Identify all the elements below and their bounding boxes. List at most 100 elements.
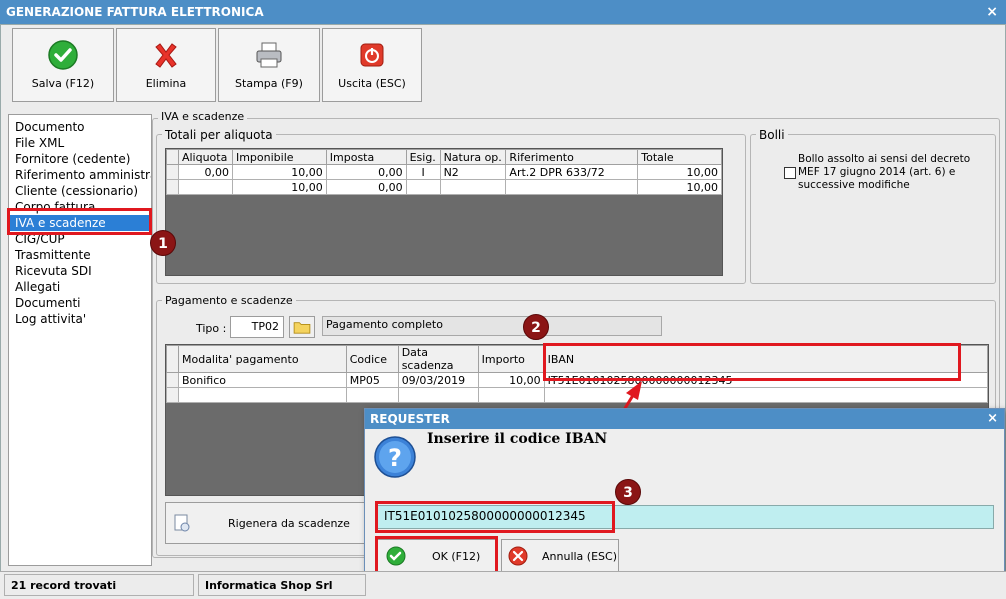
nav-item-log[interactable]: Log attivita' [9,311,151,327]
col-aliquota[interactable]: Aliquota [177,149,233,165]
printer-icon [256,42,282,68]
col-esig[interactable]: Esig. [405,149,441,165]
cell-imposta[interactable]: 0,00 [325,179,407,195]
type-input[interactable]: TP02 [230,316,284,338]
checkmark-icon [48,40,78,70]
close-icon[interactable]: × [986,0,998,24]
row-header-cell [166,345,179,373]
table-row[interactable]: 0,00 10,00 0,00 I N2 Art.2 DPR 633/72 10… [166,164,722,180]
print-button[interactable]: Stampa (F9) [218,28,320,102]
cell-modalita[interactable]: Bonifico [177,372,347,388]
status-bar: 21 record trovati Informatica Shop Srl [0,571,1006,599]
cell-empty[interactable] [397,387,479,403]
nav-item-riferimento[interactable]: Riferimento amministra [9,167,151,183]
cell-codice[interactable]: MP05 [345,372,399,388]
table-row[interactable] [166,387,988,403]
cell-importo[interactable]: 10,00 [477,372,545,388]
cell-aliquota[interactable]: 0,00 [177,164,233,180]
highlight-iban-input [375,501,615,533]
col-totale[interactable]: Totale [637,149,722,165]
nav-item-documenti[interactable]: Documenti [9,295,151,311]
cell-imposta[interactable]: 0,00 [325,164,407,180]
cell-aliquota[interactable] [177,179,233,195]
cell-totale[interactable]: 10,00 [637,179,722,195]
question-icon: ? [374,436,416,478]
cell-natura[interactable]: N2 [439,164,507,180]
type-label: Tipo : [196,322,227,335]
cell-riferimento[interactable] [505,179,639,195]
nav-item-allegati[interactable]: Allegati [9,279,151,295]
print-button-label: Stampa (F9) [235,77,303,90]
svg-text:?: ? [388,444,402,472]
exit-button[interactable]: Uscita (ESC) [322,28,422,102]
payment-legend: Pagamento e scadenze [162,294,296,307]
browse-button[interactable] [289,316,315,338]
row-header-cell [166,387,179,403]
regenerate-button[interactable]: Rigenera da scadenze [165,502,365,544]
section-nav: Documento File XML Fornitore (cedente) R… [8,114,152,566]
save-button-label: Salva (F12) [31,77,95,90]
step-marker-2: 2 [523,314,549,340]
col-importo[interactable]: Importo [477,345,545,373]
cell-esig[interactable]: I [405,164,441,180]
row-header-cell [166,179,179,195]
col-codice[interactable]: Codice [345,345,399,373]
dialog-title: REQUESTER [370,412,450,426]
highlight-ok-button [375,536,498,576]
cancel-button-label: Annulla (ESC) [542,550,617,563]
cell-riferimento[interactable]: Art.2 DPR 633/72 [505,164,639,180]
cell-natura[interactable] [439,179,507,195]
nav-item-documento[interactable]: Documento [9,119,151,135]
exit-button-label: Uscita (ESC) [338,77,406,90]
dialog-titlebar: REQUESTER × [365,409,1004,429]
row-header-cell [166,149,179,165]
col-imposta[interactable]: Imposta [325,149,407,165]
table-row[interactable]: 10,00 0,00 10,00 [166,179,722,195]
delete-button-label: Elimina [145,77,187,90]
nav-item-file-xml[interactable]: File XML [9,135,151,151]
step-marker-3: 3 [615,479,641,505]
cell-empty[interactable] [543,387,988,403]
cancel-icon [508,546,528,566]
col-data-scadenza[interactable]: Data scadenza [397,345,479,373]
bolli-legend: Bolli [756,128,788,142]
close-icon[interactable]: × [987,409,998,429]
save-button[interactable]: Salva (F12) [12,28,114,102]
dialog-prompt: Inserire il codice IBAN [427,431,608,447]
col-riferimento[interactable]: Riferimento [505,149,639,165]
nav-item-trasmittente[interactable]: Trasmittente [9,247,151,263]
totals-header-row: Aliquota Imponibile Imposta Esig. Natura… [166,149,722,165]
type-description: Pagamento completo [322,316,662,336]
cell-imponibile[interactable]: 10,00 [231,179,327,195]
cell-empty[interactable] [345,387,399,403]
bollo-label: Bollo assolto ai sensi del decreto MEF 1… [798,153,971,191]
delete-button[interactable]: Elimina [116,28,216,102]
record-count: 21 record trovati [4,574,194,596]
col-imponibile[interactable]: Imponibile [231,149,327,165]
cell-totale[interactable]: 10,00 [637,164,722,180]
totals-grid: Aliquota Imponibile Imposta Esig. Natura… [165,148,723,276]
company-name: Informatica Shop Srl [198,574,366,596]
regenerate-label: Rigenera da scadenze [228,517,350,530]
cell-imponibile[interactable]: 10,00 [231,164,327,180]
highlight-nav-selection [7,208,152,235]
nav-item-ricevuta-sdi[interactable]: Ricevuta SDI [9,263,151,279]
nav-item-cliente[interactable]: Cliente (cessionario) [9,183,151,199]
bollo-checkbox[interactable] [784,167,796,179]
cell-empty[interactable] [177,387,347,403]
highlight-iban-column [543,343,961,381]
row-header-cell [166,164,179,180]
regenerate-icon [174,514,190,532]
cancel-button[interactable]: Annulla (ESC) [501,539,619,573]
folder-icon [293,322,311,334]
cell-empty[interactable] [477,387,545,403]
cell-data-scadenza[interactable]: 09/03/2019 [397,372,479,388]
nav-item-fornitore[interactable]: Fornitore (cedente) [9,151,151,167]
window-titlebar: GENERAZIONE FATTURA ELETTRONICA × [0,0,1006,24]
section-title: IVA e scadenze [158,110,248,123]
cell-esig[interactable] [405,179,441,195]
col-natura[interactable]: Natura op. [439,149,507,165]
step-marker-1: 1 [150,230,176,256]
col-modalita[interactable]: Modalita' pagamento [177,345,347,373]
window-title: GENERAZIONE FATTURA ELETTRONICA [6,5,264,19]
